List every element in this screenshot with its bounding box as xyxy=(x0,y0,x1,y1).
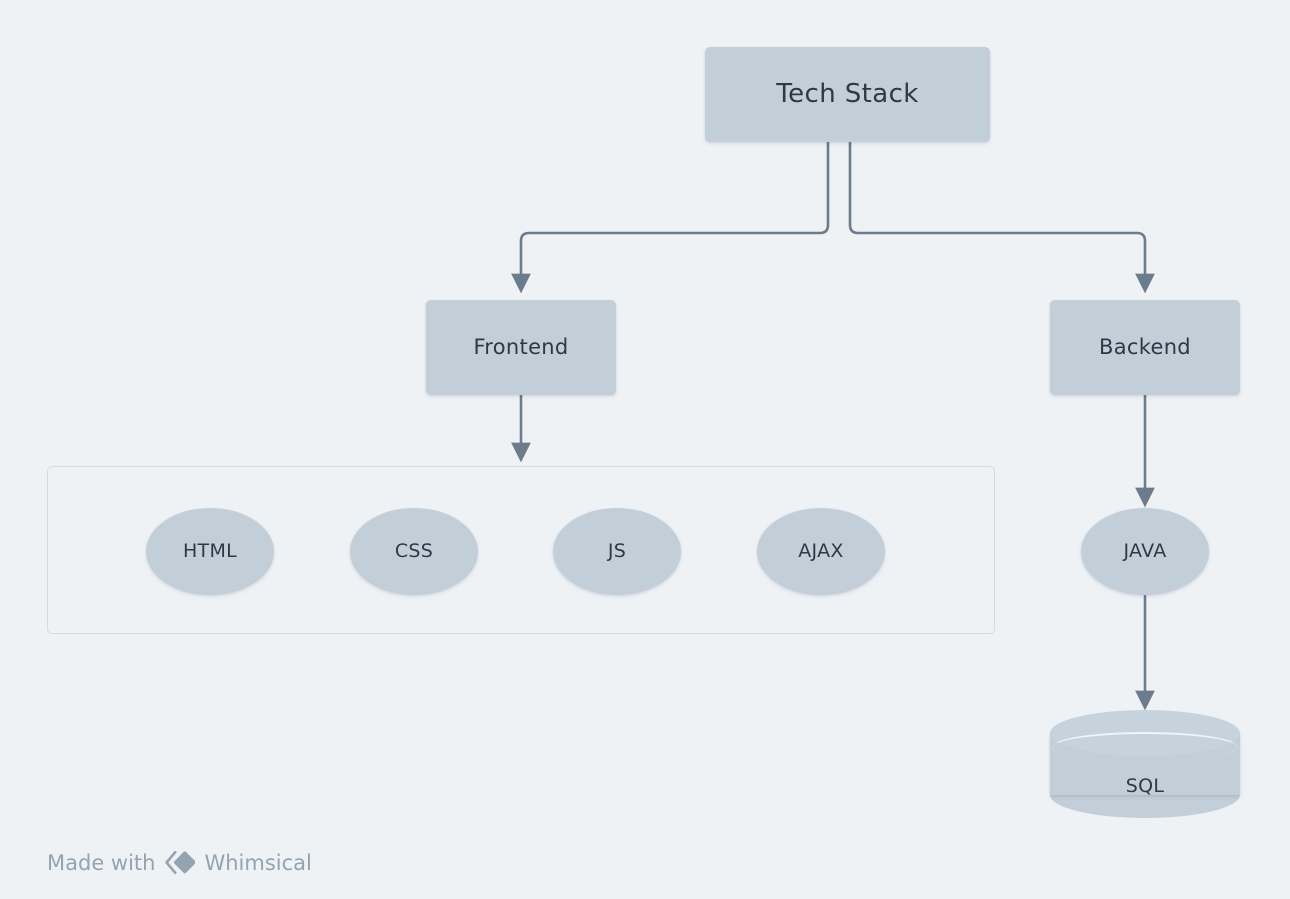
node-backend-label: Backend xyxy=(1099,335,1191,360)
node-css[interactable]: CSS xyxy=(350,508,478,595)
edge-root-to-frontend xyxy=(511,140,830,294)
node-js-label: JS xyxy=(607,539,627,562)
node-frontend[interactable]: Frontend xyxy=(426,300,616,395)
node-sql-label: SQL xyxy=(1125,775,1165,797)
node-html[interactable]: HTML xyxy=(146,508,274,595)
whimsical-watermark[interactable]: Made with Whimsical xyxy=(47,850,312,875)
node-tech-stack[interactable]: Tech Stack xyxy=(705,47,990,142)
diagram-canvas: Tech Stack Frontend Backend HTML CSS JS … xyxy=(0,0,1290,899)
node-ajax-label: AJAX xyxy=(798,539,844,562)
whimsical-diamond-logo-icon xyxy=(165,850,196,875)
node-backend[interactable]: Backend xyxy=(1050,300,1240,395)
node-html-label: HTML xyxy=(182,539,238,562)
whimsical-brand-label: Whimsical xyxy=(204,850,312,875)
node-tech-stack-label: Tech Stack xyxy=(776,78,919,109)
node-css-label: CSS xyxy=(394,539,434,562)
node-java-label: JAVA xyxy=(1123,539,1167,562)
edge-root-to-backend xyxy=(848,140,1155,294)
node-js[interactable]: JS xyxy=(553,508,681,595)
node-sql-database[interactable]: SQL xyxy=(1050,710,1240,820)
node-frontend-label: Frontend xyxy=(473,335,569,360)
cylinder-top xyxy=(1050,710,1240,756)
made-with-label: Made with xyxy=(47,850,156,875)
node-java[interactable]: JAVA xyxy=(1081,508,1209,595)
node-ajax[interactable]: AJAX xyxy=(757,508,885,595)
